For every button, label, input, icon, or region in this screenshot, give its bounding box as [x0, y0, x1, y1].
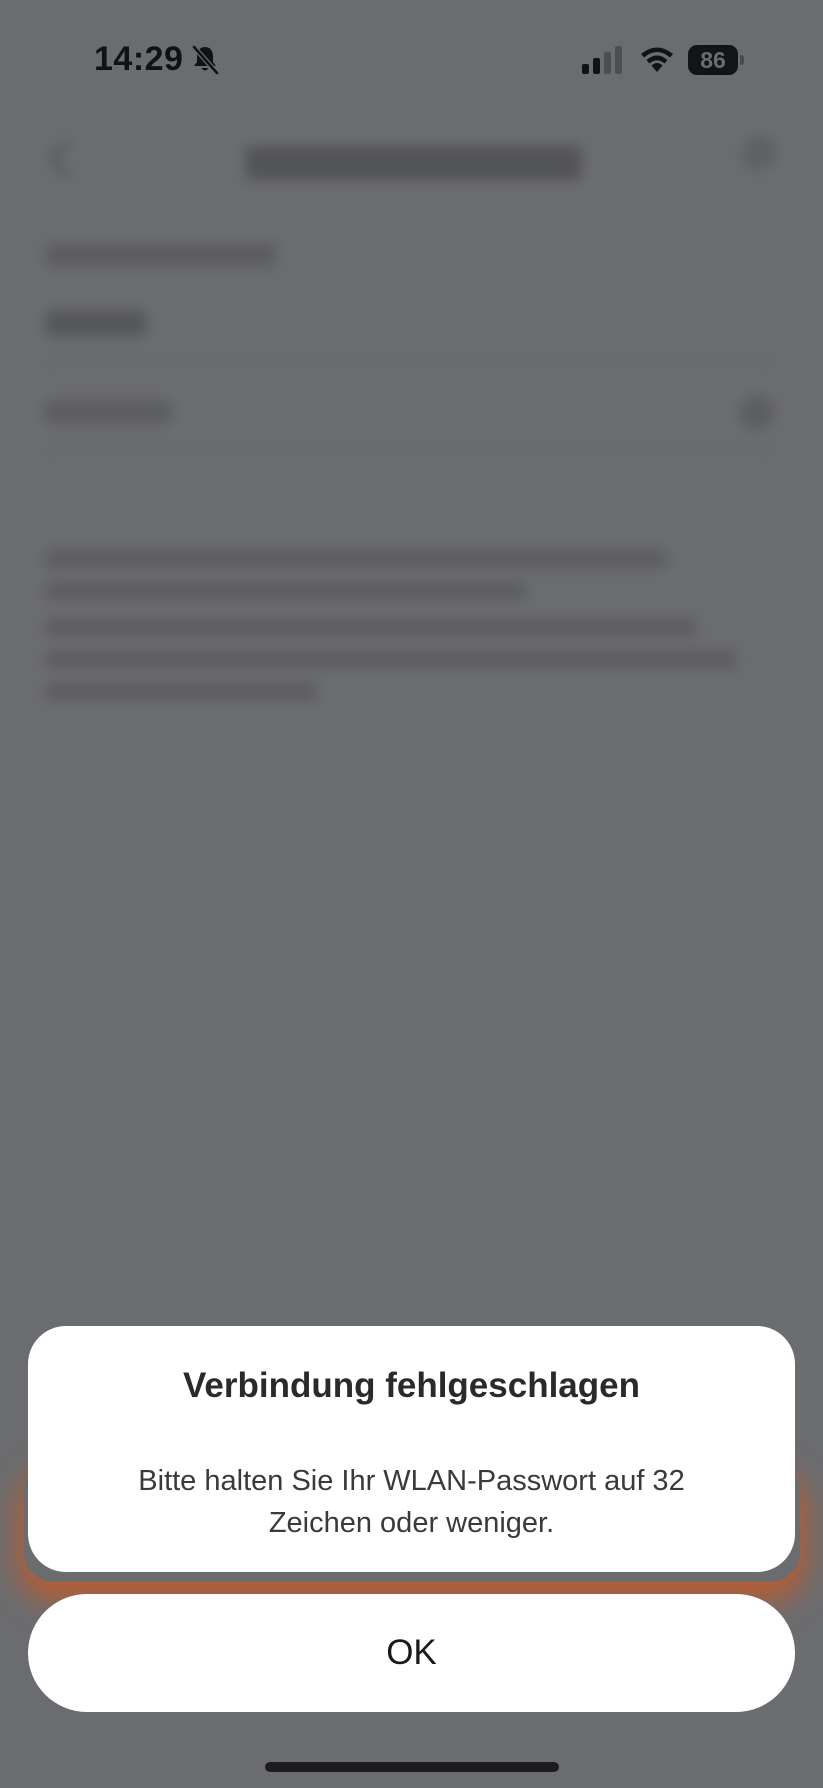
background-value-placeholder	[46, 310, 146, 336]
background-paragraph-placeholder	[46, 618, 696, 636]
background-paragraph-placeholder	[46, 582, 526, 600]
background-label-placeholder	[46, 244, 276, 266]
back-icon	[48, 141, 69, 177]
background-divider	[44, 450, 774, 452]
background-password-placeholder	[46, 400, 170, 424]
bell-slash-icon	[192, 45, 219, 75]
home-indicator[interactable]	[265, 1762, 559, 1772]
wifi-icon	[641, 47, 673, 72]
eye-icon	[740, 396, 774, 430]
help-icon	[742, 136, 776, 170]
status-time: 14:29	[94, 40, 184, 78]
cellular-signal-icon	[582, 46, 622, 74]
background-page	[0, 110, 823, 810]
background-divider	[44, 362, 774, 364]
background-paragraph-placeholder	[46, 650, 736, 668]
ok-button[interactable]: OK	[28, 1594, 795, 1712]
dialog-message: Bitte halten Sie Ihr WLAN-Passwort auf 3…	[138, 1465, 685, 1539]
status-bar: 14:29 86	[0, 0, 823, 120]
battery-level: 86	[700, 47, 726, 73]
background-paragraph-placeholder	[46, 682, 316, 700]
background-paragraph-placeholder	[46, 550, 666, 568]
background-title-placeholder	[246, 146, 582, 180]
battery-icon: 86	[688, 45, 746, 75]
dialog-title: Verbindung fehlgeschlagen	[182, 1366, 641, 1405]
alert-dialog: Verbindung fehlgeschlagen Bitte halten S…	[28, 1326, 795, 1572]
